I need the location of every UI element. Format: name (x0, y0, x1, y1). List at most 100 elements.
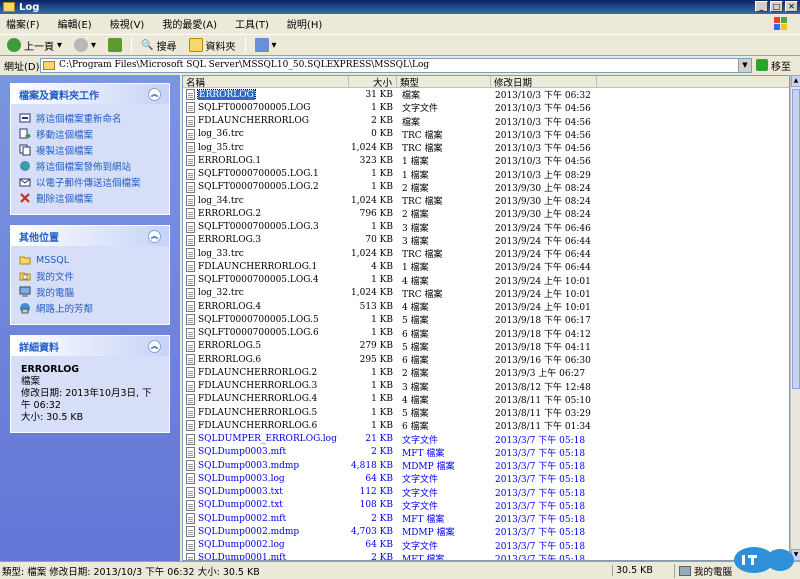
collapse-icon[interactable]: ︽ (148, 339, 161, 353)
detail-modified: 修改日期: 2013年10月3日, 下午 06:32 (21, 388, 152, 411)
file-row[interactable]: SQLDump0002.txt 108 KB 文字文件 2013/3/7 下午 05:… (183, 499, 789, 512)
column-header-name[interactable]: 名稱 (183, 76, 349, 89)
chevron-down-icon[interactable]: ▼ (738, 58, 751, 72)
task-email[interactable]: 以電子郵件傳送這個檔案 (19, 174, 161, 190)
file-row[interactable]: ERRORLOG.3 70 KB 3 檔案 2013/9/24 下午 06:44 (183, 234, 789, 247)
file-date: 2013/9/24 下午 06:46 (495, 223, 591, 234)
collapse-icon[interactable]: ︽ (148, 87, 161, 101)
file-row[interactable]: FDLAUNCHERRORLOG.5 1 KB 5 檔案 2013/8/11 下午 0… (183, 406, 789, 419)
file-icon (186, 261, 195, 273)
file-row[interactable]: FDLAUNCHERRORLOG.4 1 KB 4 檔案 2013/8/11 下午 0… (183, 393, 789, 406)
file-row[interactable]: ERRORLOG.1 323 KB 1 檔案 2013/10/3 下午 04:56 (183, 154, 789, 167)
back-button[interactable]: 上一頁 ▾ (4, 37, 65, 54)
file-row[interactable]: SQLDump0003.mdmp 4,818 KB MDMP 檔案 2013/3/7 … (183, 459, 789, 472)
file-tasks-header[interactable]: 檔案及資料夾工作 ︽ (11, 84, 169, 104)
column-header-size[interactable]: 大小 (349, 76, 397, 89)
place-my-computer[interactable]: 我的電腦 (19, 284, 161, 300)
menu-view[interactable]: 檢視(V) (110, 16, 145, 31)
file-row[interactable]: SQLDump0002.mft 2 KB MFT 檔案 2013/3/7 下午 05:… (183, 512, 789, 525)
scroll-up-icon[interactable]: ▲ (791, 75, 800, 87)
place-network[interactable]: 網路上的芳鄰 (19, 300, 161, 316)
search-button[interactable]: 🔍 搜尋 (138, 37, 179, 54)
details-body: ERRORLOG 檔案 修改日期: 2013年10月3日, 下午 06:32 大… (11, 356, 169, 432)
task-move[interactable]: 移動這個檔案 (19, 126, 161, 142)
menu-file[interactable]: 檔案(F) (6, 16, 40, 31)
file-name-cell: SQLDump0003.mft (183, 446, 349, 458)
file-row[interactable]: ERRORLOG 31 KB 檔案 2013/10/3 下午 06:32 (183, 88, 789, 101)
collapse-icon[interactable]: ︽ (148, 229, 161, 243)
minimize-button[interactable]: _ (755, 1, 768, 12)
file-row[interactable]: log_34.trc 1,024 KB TRC 檔案 2013/9/30 上午 08:… (183, 194, 789, 207)
file-row[interactable]: SQLFT0000700005.LOG.5 1 KB 5 檔案 2013/9/18 下… (183, 313, 789, 326)
file-row[interactable]: log_32.trc 1,024 KB TRC 檔案 2013/9/24 上午 10:… (183, 287, 789, 300)
file-name: FDLAUNCHERRORLOG.4 (198, 394, 318, 405)
file-row[interactable]: ERRORLOG.6 295 KB 6 檔案 2013/9/16 下午 06:30 (183, 353, 789, 366)
place-mssql[interactable]: MSSQL (19, 252, 161, 268)
folders-button[interactable]: 資料夾 (186, 37, 239, 54)
watermark-logo-icon (734, 547, 794, 573)
file-row[interactable]: ERRORLOG.2 796 KB 2 檔案 2013/9/30 上午 08:24 (183, 207, 789, 220)
details-header[interactable]: 詳細資料 ︽ (11, 336, 169, 356)
file-row[interactable]: FDLAUNCHERRORLOG.2 1 KB 2 檔案 2013/9/3 上午 06… (183, 366, 789, 379)
file-date: 2013/9/24 下午 06:44 (495, 250, 591, 261)
file-name-cell: FDLAUNCHERRORLOG.2 (183, 367, 349, 379)
file-row[interactable]: SQLFT0000700005.LOG.2 1 KB 2 檔案 2013/9/30 上… (183, 181, 789, 194)
file-row[interactable]: SQLFT0000700005.LOG.4 1 KB 4 檔案 2013/9/24 上… (183, 274, 789, 287)
maximize-button[interactable]: □ (770, 1, 783, 12)
chevron-down-icon[interactable]: ▾ (57, 40, 62, 51)
file-row[interactable]: SQLDump0003.mft 2 KB MFT 檔案 2013/3/7 下午 05:… (183, 446, 789, 459)
views-button[interactable]: ▾ (252, 37, 280, 53)
task-rename[interactable]: 將這個檔案重新命名 (19, 110, 161, 126)
up-folder-button[interactable] (105, 37, 125, 53)
file-row[interactable]: ERRORLOG.4 513 KB 4 檔案 2013/9/24 上午 10:01 (183, 300, 789, 313)
file-row[interactable]: SQLDump0003.log 64 KB 文字文件 2013/3/7 下午 05:1… (183, 472, 789, 485)
address-input[interactable]: C:\Program Files\Microsoft SQL Server\MS… (40, 57, 752, 73)
file-row[interactable]: SQLFT0000700005.LOG.1 1 KB 1 檔案 2013/10/3 上… (183, 168, 789, 181)
menu-help[interactable]: 說明(H) (287, 16, 322, 31)
menu-tools[interactable]: 工具(T) (235, 16, 269, 31)
file-row[interactable]: SQLFT0000700005.LOG 1 KB 文字文件 2013/10/3 下午 … (183, 101, 789, 114)
file-row[interactable]: FDLAUNCHERRORLOG.6 1 KB 6 檔案 2013/8/11 下午 0… (183, 419, 789, 432)
file-row[interactable]: FDLAUNCHERRORLOG 2 KB 檔案 2013/10/3 下午 04:56 (183, 115, 789, 128)
folder-icon (19, 256, 31, 265)
file-row[interactable]: ERRORLOG.5 279 KB 5 檔案 2013/9/18 下午 04:11 (183, 340, 789, 353)
file-row[interactable]: SQLDump0003.txt 112 KB 文字文件 2013/3/7 下午 05:… (183, 486, 789, 499)
file-row[interactable]: log_33.trc 1,024 KB TRC 檔案 2013/9/24 下午 06:… (183, 247, 789, 260)
forward-button[interactable]: ▾ (71, 37, 99, 53)
scroll-thumb[interactable] (792, 89, 800, 389)
file-row[interactable]: SQLDump0002.log 64 KB 文字文件 2013/3/7 下午 05:1… (183, 539, 789, 552)
other-places-header[interactable]: 其他位置 ︽ (11, 226, 169, 246)
place-my-documents[interactable]: 我的文件 (19, 268, 161, 284)
chevron-down-icon[interactable]: ▾ (91, 40, 96, 51)
vertical-scrollbar[interactable]: ▲ ▼ (790, 75, 800, 561)
close-button[interactable]: ✕ (785, 1, 798, 12)
file-name: SQLDUMPER_ERRORLOG.log (198, 434, 337, 445)
file-row[interactable]: FDLAUNCHERRORLOG.3 1 KB 3 檔案 2013/8/12 下午 1… (183, 380, 789, 393)
file-row[interactable]: log_36.trc 0 KB TRC 檔案 2013/10/3 下午 04:56 (183, 128, 789, 141)
chevron-down-icon[interactable]: ▾ (272, 40, 277, 51)
menu-favorites[interactable]: 我的最愛(A) (162, 16, 217, 31)
file-size: 0 KB (371, 129, 393, 140)
file-row[interactable]: FDLAUNCHERRORLOG.1 4 KB 1 檔案 2013/9/24 下午 0… (183, 260, 789, 273)
column-header-date[interactable]: 修改日期 (491, 76, 597, 89)
file-name-cell: log_34.trc (183, 195, 349, 207)
task-publish[interactable]: 將這個檔案發佈到網站 (19, 158, 161, 174)
go-button[interactable]: 移至 (756, 58, 791, 73)
file-name-cell: log_33.trc (183, 248, 349, 260)
my-documents-icon (19, 272, 31, 281)
column-header-type[interactable]: 類型 (397, 76, 491, 89)
file-row[interactable]: SQLDump0001.mft 2 KB MFT 檔案 2013/3/7 下午 05:… (183, 552, 789, 560)
file-icon (186, 155, 195, 167)
menu-edit[interactable]: 編輯(E) (58, 16, 92, 31)
file-row[interactable]: SQLFT0000700005.LOG.6 1 KB 6 檔案 2013/9/18 下… (183, 327, 789, 340)
file-type: 5 檔案 (402, 316, 429, 327)
file-row[interactable]: SQLFT0000700005.LOG.3 1 KB 3 檔案 2013/9/24 下… (183, 221, 789, 234)
file-row[interactable]: SQLDUMPER_ERRORLOG.log 21 KB 文字文件 2013/3/7 … (183, 433, 789, 446)
file-row[interactable]: SQLDump0002.mdmp 4,703 KB MDMP 檔案 2013/3/7 … (183, 525, 789, 538)
task-copy[interactable]: 複製這個檔案 (19, 142, 161, 158)
file-type: 2 檔案 (402, 210, 429, 221)
file-row[interactable]: log_35.trc 1,024 KB TRC 檔案 2013/10/3 下午 04:… (183, 141, 789, 154)
task-delete[interactable]: 刪除這個檔案 (19, 190, 161, 206)
file-name-cell: ERRORLOG.2 (183, 208, 349, 220)
folders-label: 資料夾 (205, 41, 236, 53)
